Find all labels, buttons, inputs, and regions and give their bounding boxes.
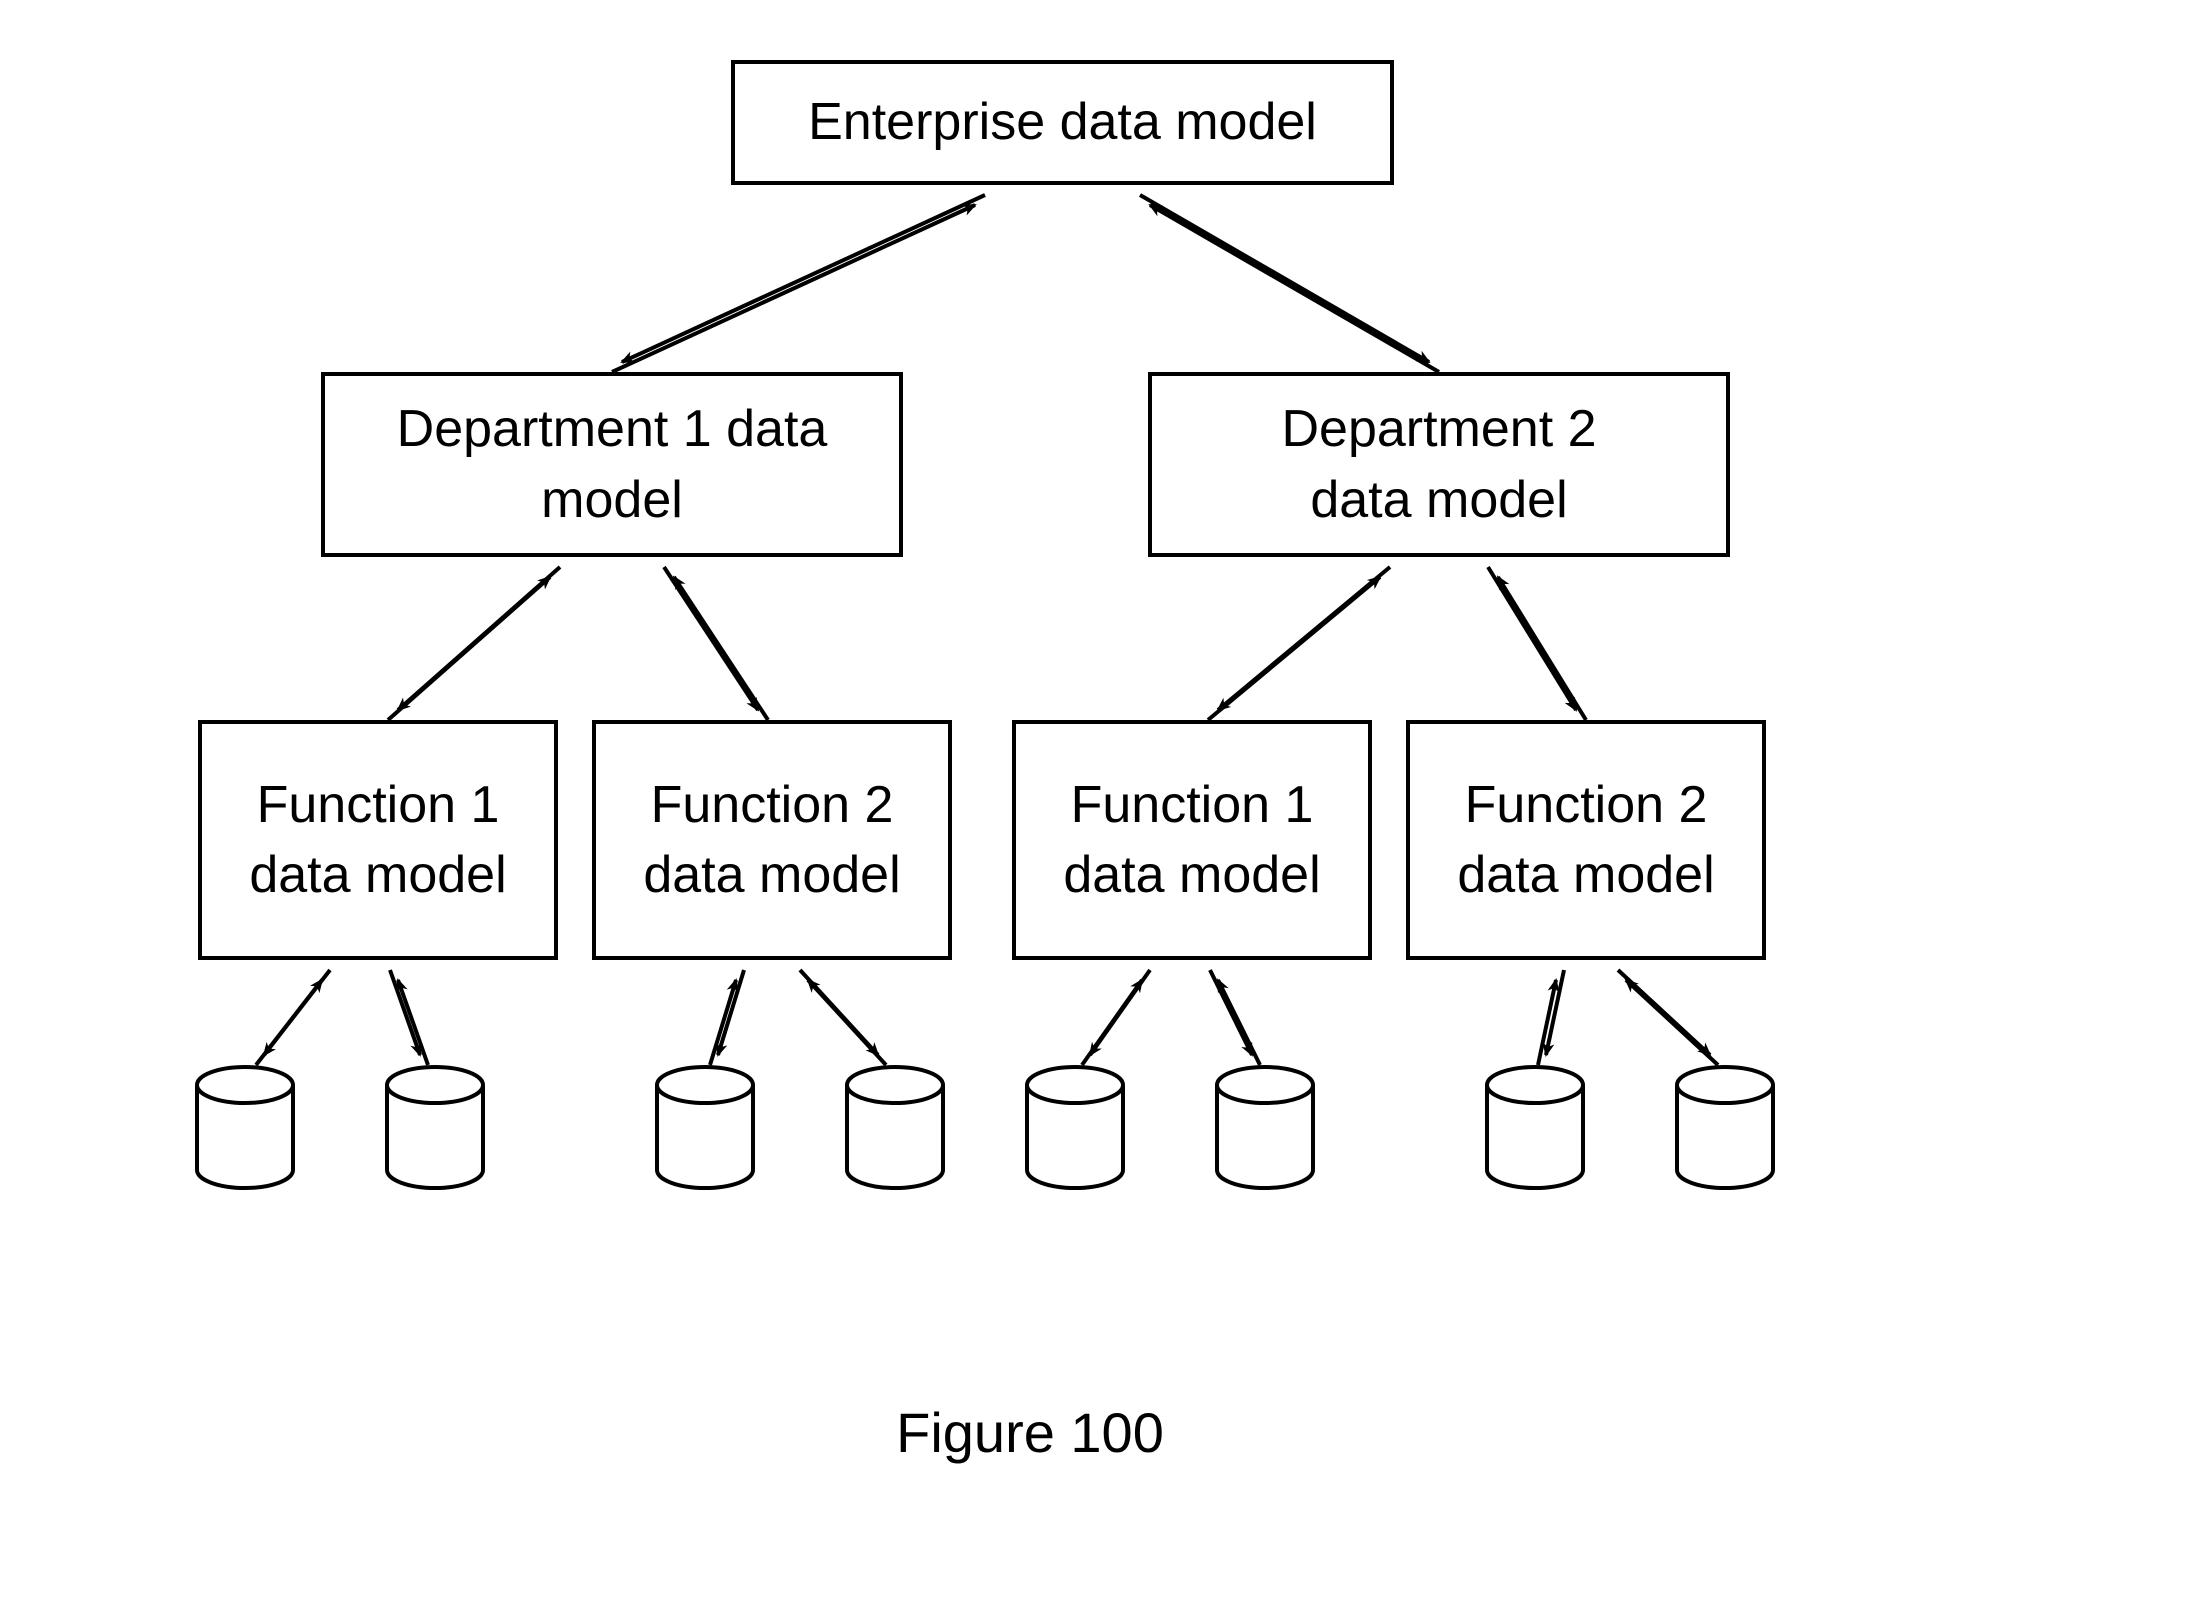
edge-fn3-db5: [1082, 970, 1150, 1065]
department-1-box: Department 1 data model: [321, 372, 903, 557]
dept1-line1: Department 1 data: [397, 394, 828, 464]
edge-fn2-db3: [710, 970, 744, 1065]
dept1-line2: model: [541, 465, 683, 535]
edge-dept2-fn4: [1488, 567, 1586, 720]
edge-dept1-fn1: [388, 567, 560, 720]
fn2-line1: Function 2: [651, 770, 894, 840]
db-3: [657, 1067, 753, 1188]
db-6: [1217, 1067, 1313, 1188]
db-8: [1677, 1067, 1773, 1188]
db-4: [847, 1067, 943, 1188]
function-2-box: Function 2 data model: [592, 720, 952, 960]
edge-fn3-db6: [1210, 970, 1260, 1065]
function-3-box: Function 1 data model: [1012, 720, 1372, 960]
enterprise-box: Enterprise data model: [731, 60, 1394, 185]
edge-fn2-db4: [800, 970, 886, 1065]
db-7: [1487, 1067, 1583, 1188]
db-1: [197, 1067, 293, 1188]
fn1-line1: Function 1: [257, 770, 500, 840]
db-2: [387, 1067, 483, 1188]
db-5: [1027, 1067, 1123, 1188]
edge-fn1-db2: [390, 970, 428, 1065]
diagram-stage: Enterprise data model Department 1 data …: [0, 0, 2211, 1599]
enterprise-label: Enterprise data model: [808, 87, 1317, 157]
fn4-line1: Function 2: [1465, 770, 1708, 840]
department-2-box: Department 2 data model: [1148, 372, 1730, 557]
dept2-line1: Department 2: [1281, 394, 1596, 464]
edge-enterprise-dept1: [612, 195, 985, 372]
fn3-line2: data model: [1063, 840, 1320, 910]
edge-fn4-db8: [1618, 970, 1718, 1065]
function-1-box: Function 1 data model: [198, 720, 558, 960]
edge-fn1-db1: [256, 970, 330, 1065]
dept2-line2: data model: [1310, 465, 1567, 535]
function-4-box: Function 2 data model: [1406, 720, 1766, 960]
fn3-line1: Function 1: [1071, 770, 1314, 840]
figure-caption: Figure 100: [780, 1400, 1280, 1465]
fn4-line2: data model: [1457, 840, 1714, 910]
fn2-line2: data model: [643, 840, 900, 910]
fn1-line2: data model: [249, 840, 506, 910]
edge-enterprise-dept2: [1140, 195, 1439, 372]
edge-fn4-db7: [1538, 970, 1564, 1065]
edge-dept1-fn2: [664, 567, 768, 720]
figure-caption-text: Figure 100: [896, 1401, 1164, 1464]
edge-dept2-fn3: [1208, 567, 1390, 720]
